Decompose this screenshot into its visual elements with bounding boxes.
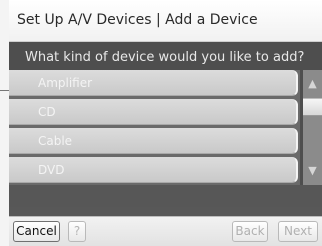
list-item-label: Cable (38, 134, 73, 148)
triangle-up-icon: ▲ (308, 77, 317, 90)
cancel-button[interactable]: Cancel (13, 221, 60, 242)
dialog-title: Set Up A/V Devices | Add a Device (17, 12, 258, 28)
list-item-label: CD (38, 105, 56, 119)
list-item-amplifier[interactable]: Amplifier (9, 70, 298, 96)
scroll-down-button[interactable]: ▼ (303, 157, 322, 185)
back-button[interactable]: Back (232, 221, 268, 242)
connector-line (0, 90, 9, 91)
add-device-dialog: Set Up A/V Devices | Add a Device What k… (9, 0, 322, 246)
device-list: Amplifier CD Cable DVD (9, 70, 300, 185)
list-item-label: Amplifier (38, 76, 93, 90)
list-item-dvd[interactable]: DVD (9, 157, 298, 183)
list-item-cable[interactable]: Cable (9, 128, 298, 154)
button-bar: Cancel ? Back Next (9, 216, 322, 246)
dialog-footer: Cancel ? Back Next (9, 207, 322, 246)
help-button[interactable]: ? (68, 221, 86, 242)
title-bar: Set Up A/V Devices | Add a Device (9, 0, 322, 42)
question-text: What kind of device would you like to ad… (25, 50, 305, 65)
list-scrollbar[interactable]: ▲ ▼ (303, 70, 322, 185)
list-item-cd[interactable]: CD (9, 99, 298, 125)
list-footer-band (9, 185, 322, 207)
background-strip (0, 0, 9, 246)
triangle-down-icon: ▼ (308, 164, 317, 177)
scroll-thumb[interactable] (303, 98, 322, 116)
scroll-up-button[interactable]: ▲ (303, 70, 322, 98)
next-button[interactable]: Next (278, 221, 318, 242)
list-item-label: DVD (38, 163, 65, 177)
